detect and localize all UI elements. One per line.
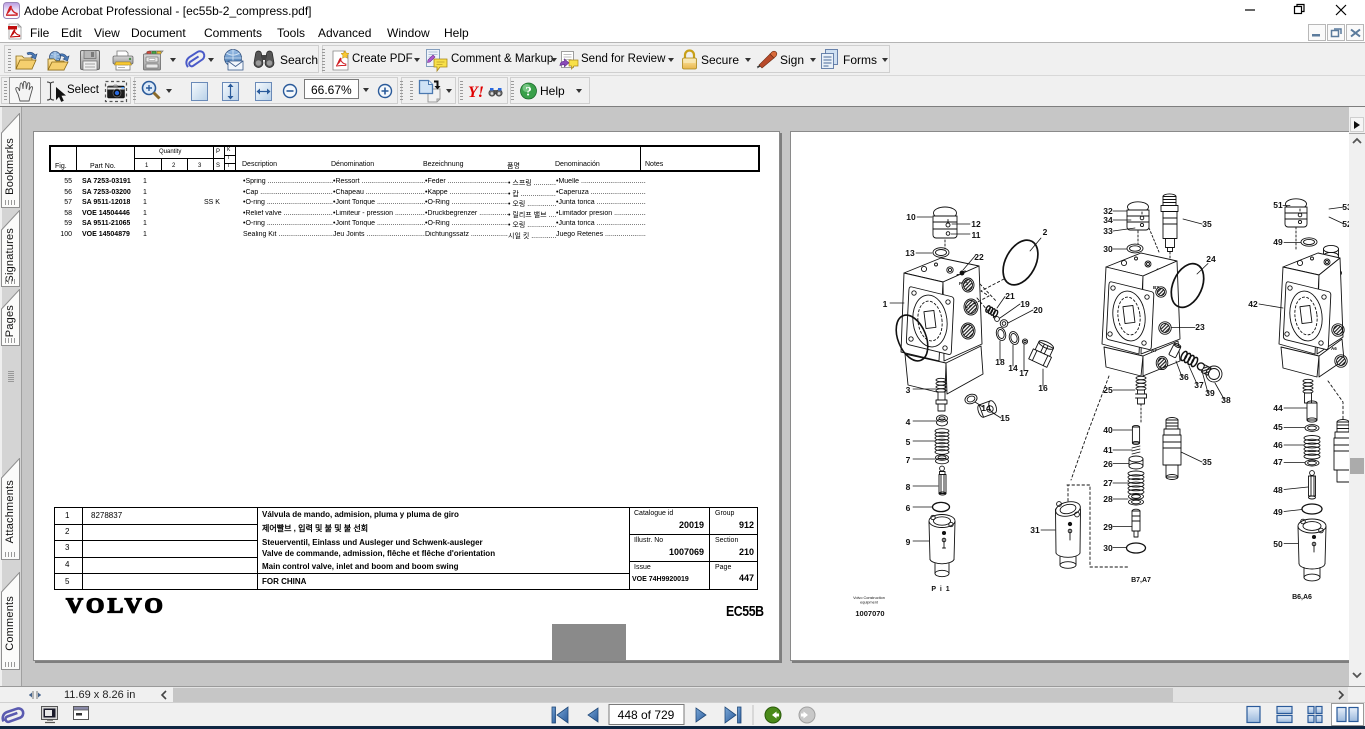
svg-text:12: 12 xyxy=(971,219,981,229)
svg-text:VOLVO: VOLVO xyxy=(66,596,166,617)
svg-text:47: 47 xyxy=(1273,457,1283,467)
svg-text:448 of 729: 448 of 729 xyxy=(618,708,675,722)
svg-text:33: 33 xyxy=(1103,226,1113,236)
svg-text:35: 35 xyxy=(1202,457,1212,467)
svg-text:P i 1: P i 1 xyxy=(959,281,969,286)
svg-text:51: 51 xyxy=(1273,200,1283,210)
svg-text:2: 2 xyxy=(1043,227,1048,237)
svg-text:35: 35 xyxy=(1202,219,1212,229)
svg-text:B7,A7: B7,A7 xyxy=(1131,577,1151,584)
svg-text:14: 14 xyxy=(981,403,991,413)
svg-text:50: 50 xyxy=(1273,539,1283,549)
svg-text:48: 48 xyxy=(1273,485,1283,495)
svg-text:26: 26 xyxy=(1103,459,1113,469)
svg-text:24: 24 xyxy=(1206,254,1216,264)
svg-text:Y!: Y! xyxy=(468,84,484,101)
svg-text:11: 11 xyxy=(972,230,981,240)
svg-text:21: 21 xyxy=(1005,291,1015,301)
svg-text:40: 40 xyxy=(1103,425,1113,435)
svg-text:28: 28 xyxy=(1103,494,1113,504)
svg-text:A7: A7 xyxy=(1151,348,1157,353)
svg-text:22: 22 xyxy=(974,252,984,262)
svg-text:8: 8 xyxy=(906,482,911,492)
svg-text:45: 45 xyxy=(1273,422,1283,432)
svg-text:49: 49 xyxy=(1273,237,1283,247)
svg-text:equipment: equipment xyxy=(860,601,879,605)
svg-text:5: 5 xyxy=(906,437,911,447)
svg-text:46: 46 xyxy=(1273,440,1283,450)
svg-text:31: 31 xyxy=(1030,525,1040,535)
svg-text:P i 1: P i 1 xyxy=(931,586,950,593)
svg-text:29: 29 xyxy=(1103,522,1113,532)
svg-text:1: 1 xyxy=(883,299,888,309)
svg-text:23: 23 xyxy=(1195,322,1205,332)
svg-text:A6: A6 xyxy=(1331,346,1337,351)
svg-text:13: 13 xyxy=(905,248,915,258)
svg-text:7: 7 xyxy=(906,455,911,465)
svg-text:41: 41 xyxy=(1103,445,1113,455)
svg-text:44: 44 xyxy=(1273,403,1283,413)
svg-text:19: 19 xyxy=(1020,299,1030,309)
svg-text:30: 30 xyxy=(1103,244,1113,254)
svg-text:Volvo Construction: Volvo Construction xyxy=(853,596,885,600)
svg-text:15: 15 xyxy=(1000,413,1010,423)
svg-text:49: 49 xyxy=(1273,507,1283,517)
svg-text:B6,A6: B6,A6 xyxy=(1292,594,1312,601)
svg-text:30: 30 xyxy=(1103,543,1113,553)
svg-text:9: 9 xyxy=(906,537,911,547)
svg-text:10: 10 xyxy=(906,212,916,222)
svg-text:?: ? xyxy=(525,84,532,99)
svg-text:6: 6 xyxy=(906,503,911,513)
svg-text:25: 25 xyxy=(1103,385,1113,395)
svg-text:34: 34 xyxy=(1103,215,1113,225)
svg-text:1007070: 1007070 xyxy=(855,609,884,618)
svg-text:42: 42 xyxy=(1248,299,1258,309)
svg-text:20: 20 xyxy=(1033,305,1043,315)
svg-text:4: 4 xyxy=(906,417,911,427)
svg-text:27: 27 xyxy=(1103,478,1113,488)
svg-text:3: 3 xyxy=(906,385,911,395)
